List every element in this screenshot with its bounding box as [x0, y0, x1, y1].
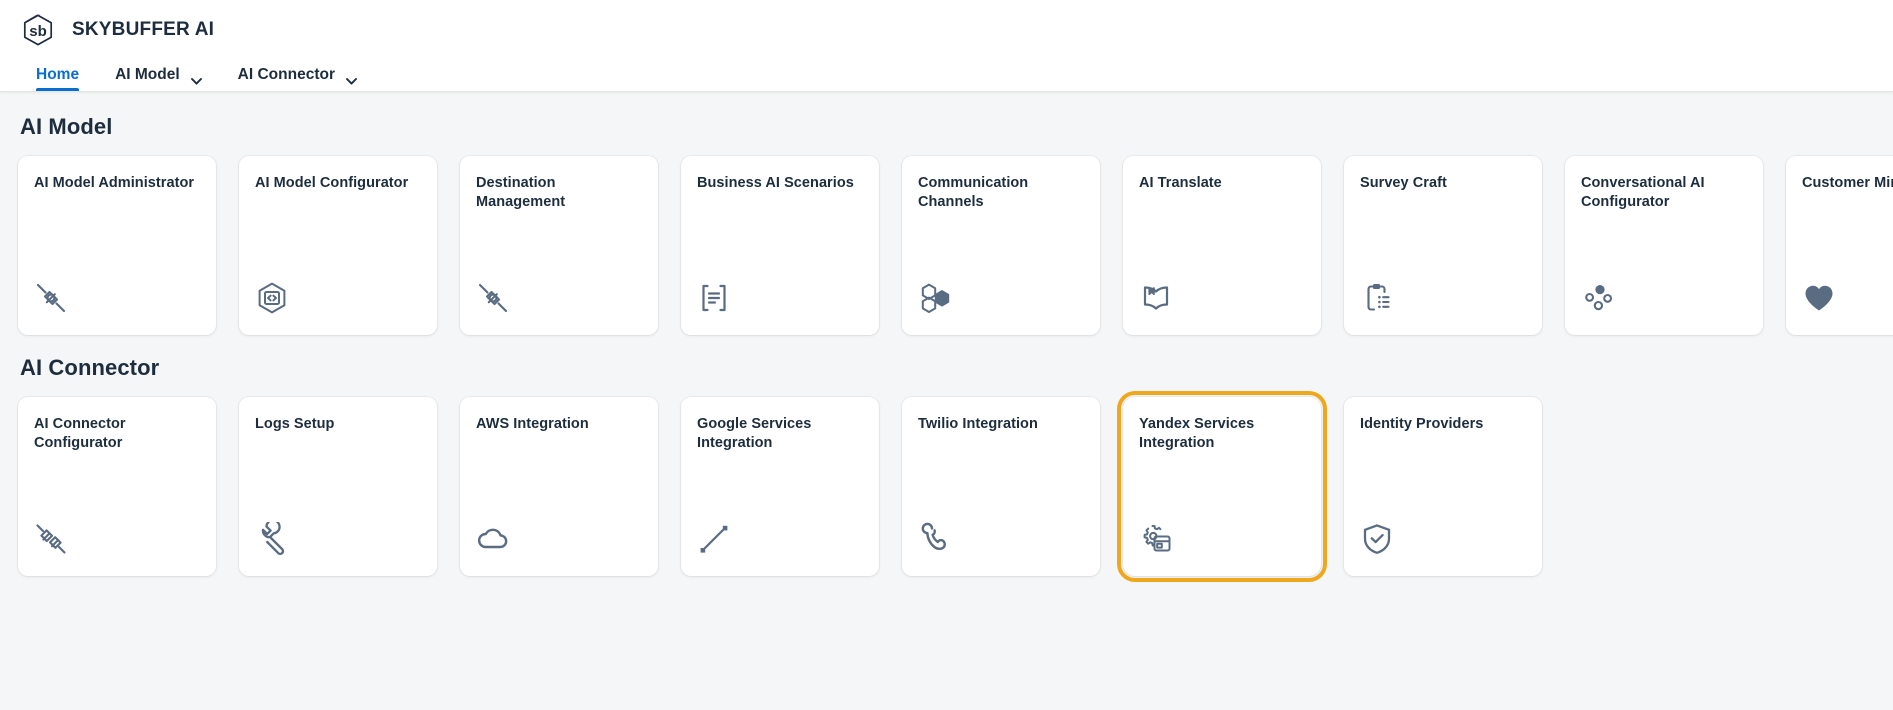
cloud-icon: [476, 518, 642, 562]
tile-title: Business AI Scenarios: [697, 175, 854, 191]
gear-window-icon: [1139, 518, 1305, 562]
nav-item-label: Home: [36, 66, 80, 83]
tile-title: Destination Management: [476, 175, 566, 211]
tile-twilio-integration[interactable]: Twilio Integration: [902, 397, 1100, 576]
nav-item-label: AI Model: [115, 66, 180, 83]
tile-title: Twilio Integration: [918, 416, 1038, 432]
disconnected-plug-icon: [34, 518, 200, 562]
tile-title: Identity Providers: [1360, 416, 1484, 432]
connector-plug-icon: [476, 277, 642, 321]
tile-conversational-ai-configurator[interactable]: Conversational AI Configurator: [1565, 156, 1763, 335]
nav-item-ai-model[interactable]: AI Model: [97, 59, 220, 91]
tile-title: Google Services Integration: [697, 416, 812, 452]
chevron-down-icon[interactable]: [346, 72, 357, 85]
open-book-icon: [1139, 277, 1305, 321]
diagonal-line-icon: [697, 518, 863, 562]
brand[interactable]: sb SKYBUFFER AI: [18, 10, 214, 50]
tile-customer-mindset[interactable]: Customer Mindset: [1786, 156, 1893, 335]
phone-handset-icon: [918, 518, 1084, 562]
nav-item-home[interactable]: Home: [18, 59, 97, 91]
tile-title: AWS Integration: [476, 416, 589, 432]
skybuffer-hexagon-sb-logo-icon: sb: [18, 10, 58, 50]
tile-title: Survey Craft: [1360, 175, 1447, 191]
tile-title: Communication Channels: [918, 175, 1029, 211]
tile-title: AI Model Administrator: [34, 175, 195, 191]
section-ai-connector: AI Connector AI Connector Configurator Lo…: [18, 335, 1875, 582]
document-text-icon: [697, 277, 863, 321]
tile-title: Conversational AI Configurator: [1581, 175, 1705, 211]
tile-communication-channels[interactable]: Communication Channels: [902, 156, 1100, 335]
connector-plug-icon: [34, 277, 200, 321]
tile-ai-model-administrator[interactable]: AI Model Administrator: [18, 156, 216, 335]
hexagon-cluster-icon: [918, 277, 1084, 321]
tile-survey-craft[interactable]: Survey Craft: [1344, 156, 1542, 335]
tile-title: Customer Mindset: [1802, 175, 1893, 191]
nav-item-ai-connector[interactable]: AI Connector: [220, 59, 375, 91]
hexagon-code-icon: [255, 277, 421, 321]
shield-check-icon: [1360, 518, 1526, 562]
tile-business-ai-scenarios[interactable]: Business AI Scenarios: [681, 156, 879, 335]
tile-destination-management[interactable]: Destination Management: [460, 156, 658, 335]
tile-title: Yandex Services Integration: [1139, 416, 1255, 452]
tile-yandex-services-integration[interactable]: Yandex Services Integration: [1117, 391, 1327, 582]
tile-logs-setup[interactable]: Logs Setup: [239, 397, 437, 576]
section-ai-model: AI Model AI Model Administrator AI Model …: [18, 92, 1893, 335]
chevron-down-icon[interactable]: [190, 72, 202, 85]
tile-identity-providers[interactable]: Identity Providers: [1344, 397, 1542, 576]
tile-google-services-integration[interactable]: Google Services Integration: [681, 397, 879, 576]
wrench-icon: [255, 518, 421, 562]
nav-item-label: AI Connector: [237, 66, 335, 83]
page-content: AI Model AI Model Administrator AI Model …: [0, 92, 1893, 710]
tile-ai-model-configurator[interactable]: AI Model Configurator: [239, 156, 437, 335]
tile-ai-translate[interactable]: AI Translate: [1123, 156, 1321, 335]
main-navigation: Home AI Model AI Connector: [0, 60, 1893, 92]
section-title: AI Model: [20, 114, 113, 139]
tile-title: Logs Setup: [255, 416, 335, 432]
svg-text:sb: sb: [29, 23, 47, 40]
app-header: sb SKYBUFFER AI: [0, 0, 1893, 60]
section-title: AI Connector: [20, 355, 160, 380]
tile-title: AI Connector Configurator: [34, 416, 126, 452]
heart-icon: [1802, 277, 1893, 321]
tile-ai-connector-configurator[interactable]: AI Connector Configurator: [18, 397, 216, 576]
dot-cluster-icon: [1581, 277, 1747, 321]
brand-title: SKYBUFFER AI: [72, 19, 215, 40]
card-row: AI Connector Configurator Logs Setup AWS…: [18, 391, 1875, 582]
card-row: AI Model Administrator AI Model Configur…: [18, 156, 1893, 335]
clipboard-checklist-icon: [1360, 277, 1526, 321]
tile-title: AI Model Configurator: [255, 175, 409, 191]
tile-aws-integration[interactable]: AWS Integration: [460, 397, 658, 576]
tile-title: AI Translate: [1139, 175, 1222, 191]
